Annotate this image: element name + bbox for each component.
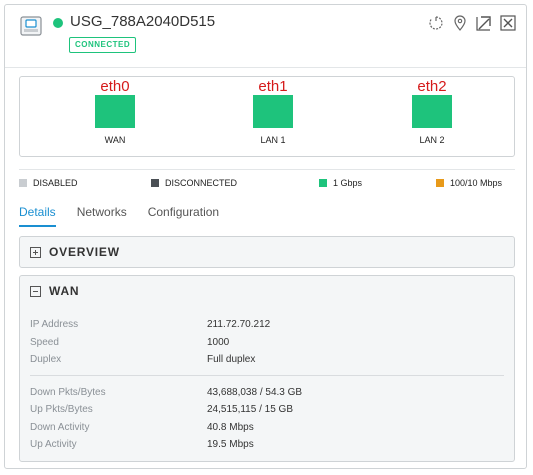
legend-swatch	[19, 179, 27, 187]
collapse-icon	[30, 285, 41, 297]
wan-header[interactable]: WAN	[20, 276, 514, 306]
tab-bar: Details Networks Configuration	[19, 205, 240, 227]
detail-row: Speed 1000	[30, 334, 504, 352]
detail-value: Full duplex	[207, 354, 256, 366]
detail-key: Down Pkts/Bytes	[30, 386, 106, 398]
status-badge: CONNECTED	[69, 37, 137, 53]
close-icon[interactable]	[500, 15, 516, 31]
detail-row: Duplex Full duplex	[30, 351, 504, 369]
device-name: USG_788A2040D515	[70, 13, 216, 30]
legend-100-10mbps: 100/10 Mbps	[436, 178, 502, 188]
overview-title: OVERVIEW	[49, 245, 120, 259]
legend-label: DISCONNECTED	[165, 178, 238, 188]
detail-key: Up Activity	[30, 439, 77, 451]
legend-swatch	[319, 179, 327, 187]
detail-key: Speed	[30, 336, 59, 348]
detail-key: Up Pkts/Bytes	[30, 404, 93, 416]
legend-label: 1 Gbps	[333, 178, 363, 188]
restart-icon[interactable]	[428, 15, 444, 31]
legend-label: 100/10 Mbps	[450, 178, 503, 188]
port-lan2-indicator[interactable]	[412, 95, 452, 128]
port-iface-label: eth2	[417, 78, 447, 95]
detail-key: Down Activity	[30, 421, 90, 433]
detail-row: Up Activity 19.5 Mbps	[30, 436, 504, 454]
detail-value: 19.5 Mbps	[207, 439, 254, 451]
detail-row: Down Pkts/Bytes 43,688,038 / 54.3 GB	[30, 384, 504, 402]
detail-value: 211.72.70.212	[207, 319, 271, 331]
panel-header: USG_788A2040D515 CONNECTED	[5, 5, 526, 68]
detail-key: Duplex	[30, 354, 62, 366]
locate-icon[interactable]	[452, 15, 468, 31]
overview-header[interactable]: OVERVIEW	[20, 237, 514, 267]
port-lan2: eth2 LAN 2	[402, 79, 462, 145]
detail-value: 24,515,115 / 15 GB	[207, 404, 293, 416]
header-actions	[428, 15, 516, 33]
wan-details: IP Address 211.72.70.212 Speed 1000 Dupl…	[30, 316, 504, 454]
legend-1gbps: 1 Gbps	[319, 178, 362, 188]
legend-disabled: DISABLED	[19, 178, 78, 188]
port-lan1: eth1 LAN 1	[243, 79, 303, 145]
port-label: LAN 1	[260, 135, 286, 145]
port-wan: eth0 WAN	[85, 79, 145, 145]
port-wan-indicator[interactable]	[95, 95, 135, 128]
popout-icon[interactable]	[476, 15, 492, 31]
device-panel: USG_788A2040D515 CONNECTED eth0 WAN eth1…	[4, 4, 527, 469]
port-diagram: eth0 WAN eth1 LAN 1 eth2 LAN 2	[19, 76, 515, 157]
divider	[30, 374, 504, 376]
detail-value: 40.8 Mbps	[207, 421, 254, 433]
wan-title: WAN	[49, 284, 80, 298]
legend-swatch	[151, 179, 159, 187]
status-dot	[53, 18, 63, 28]
tab-configuration[interactable]: Configuration	[148, 205, 219, 227]
port-label: WAN	[104, 135, 126, 145]
tab-details[interactable]: Details	[19, 205, 56, 227]
legend-label: DISABLED	[33, 178, 78, 188]
legend-disconnected: DISCONNECTED	[151, 178, 237, 188]
overview-section: OVERVIEW	[19, 236, 515, 268]
detail-row: Up Pkts/Bytes 24,515,115 / 15 GB	[30, 401, 504, 419]
port-label: LAN 2	[419, 135, 445, 145]
wan-section: WAN IP Address 211.72.70.212 Speed 1000 …	[19, 275, 515, 462]
port-iface-label: eth1	[258, 78, 288, 95]
tab-networks[interactable]: Networks	[77, 205, 127, 227]
detail-row: Down Activity 40.8 Mbps	[30, 419, 504, 437]
detail-row: IP Address 211.72.70.212	[30, 316, 504, 334]
gateway-device-icon	[20, 16, 42, 36]
detail-value: 1000	[207, 336, 230, 348]
port-legend: DISABLED DISCONNECTED 1 Gbps 100/10 Mbps	[19, 169, 515, 188]
detail-value: 43,688,038 / 54.3 GB	[207, 386, 303, 398]
port-lan1-indicator[interactable]	[253, 95, 293, 128]
detail-key: IP Address	[30, 319, 79, 331]
port-iface-label: eth0	[100, 78, 130, 95]
legend-swatch	[436, 179, 444, 187]
expand-icon	[30, 246, 41, 258]
